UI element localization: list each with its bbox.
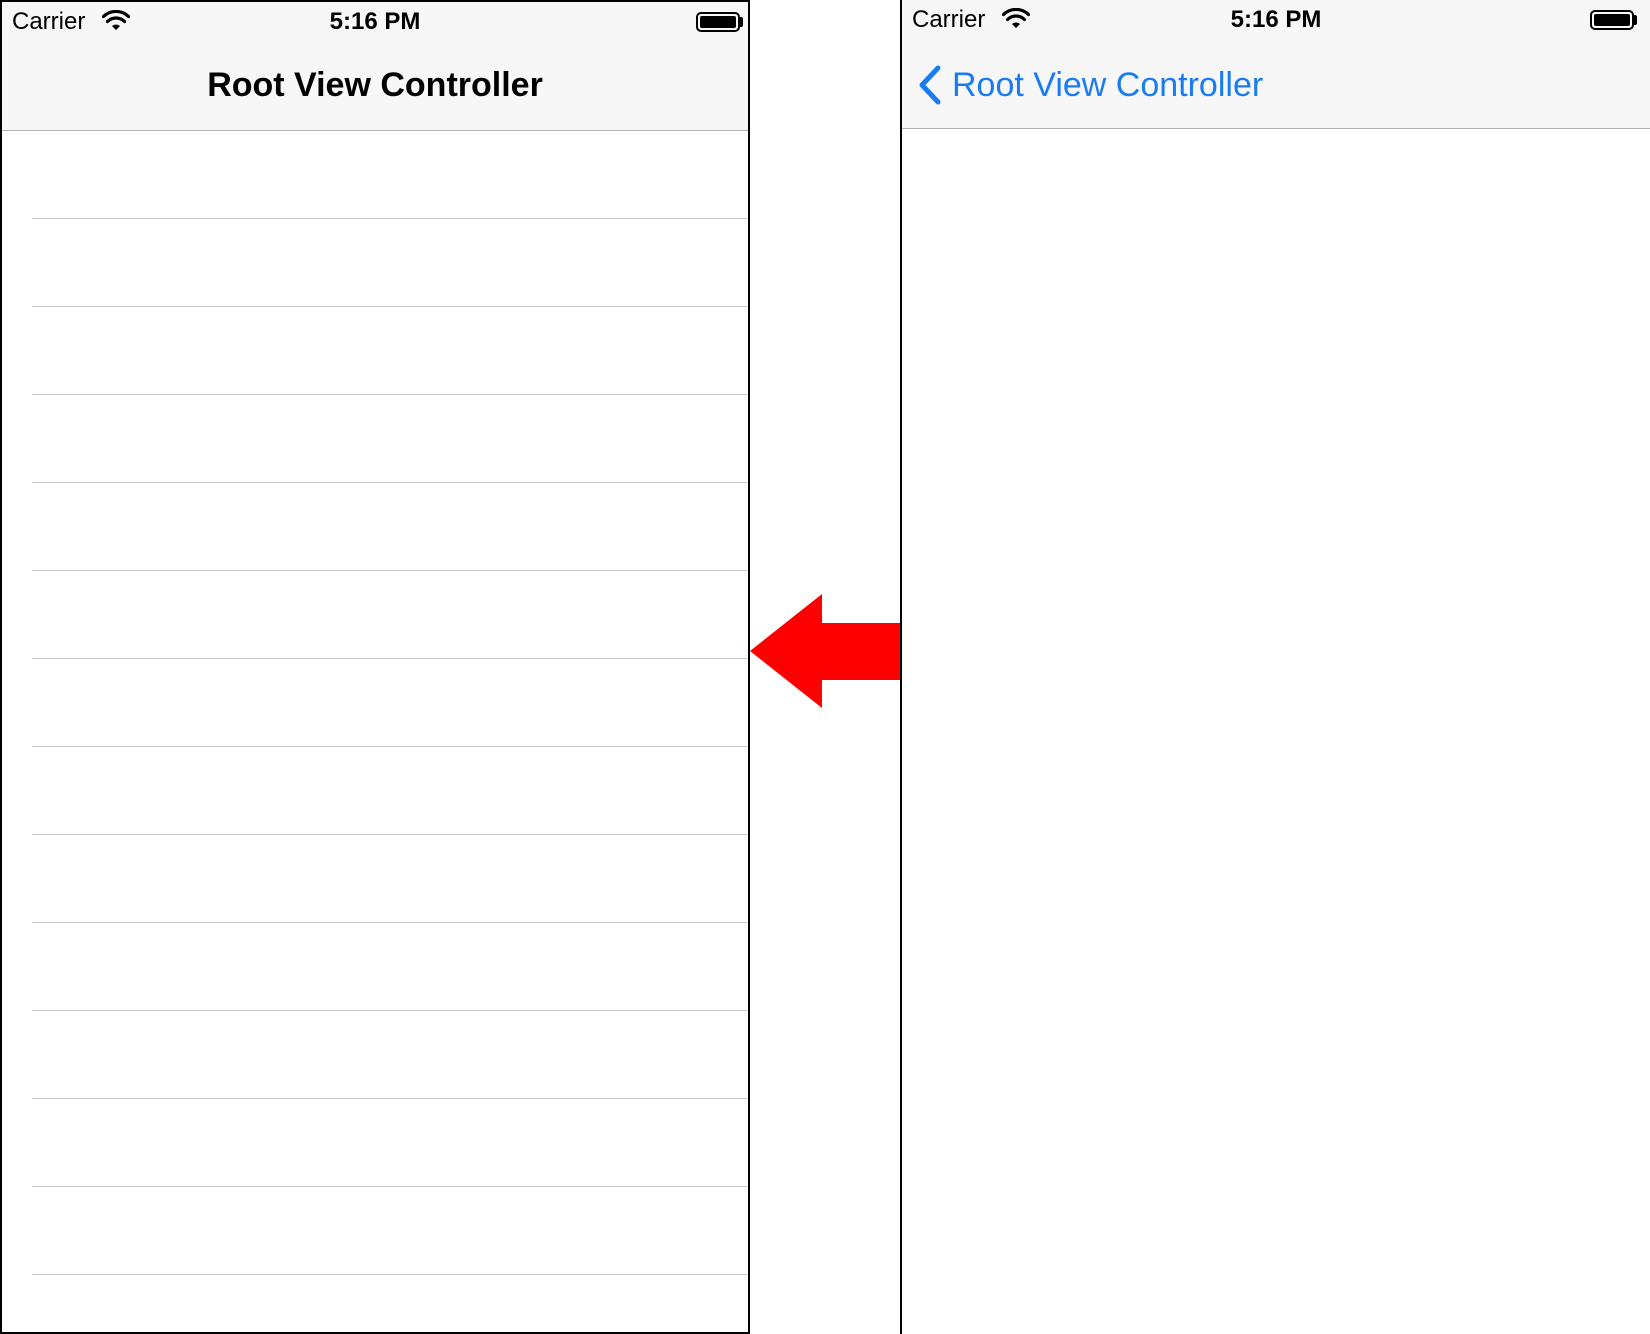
table-view[interactable]: [2, 131, 748, 1332]
table-row[interactable]: [32, 571, 748, 659]
battery-icon: [1590, 10, 1634, 30]
chevron-left-icon: [919, 65, 941, 105]
table-row[interactable]: [32, 1187, 748, 1275]
table-row[interactable]: [32, 747, 748, 835]
back-button[interactable]: Root View Controller: [918, 60, 1263, 110]
battery-nub: [1634, 15, 1637, 25]
table-row[interactable]: [32, 1011, 748, 1099]
navigation-bar: Carrier 5:16 PM Root View Controller: [2, 2, 748, 131]
battery-nub: [740, 17, 743, 27]
detail-view-screen: Carrier 5:16 PM Root View Controller: [900, 0, 1650, 1334]
status-bar: Carrier 5:16 PM: [902, 0, 1650, 40]
root-view-screen: Carrier 5:16 PM Root View Controller: [0, 0, 750, 1334]
status-bar: Carrier 5:16 PM: [2, 2, 748, 42]
navigation-bar: Carrier 5:16 PM Root View Controller: [902, 0, 1650, 129]
left-arrow-icon: [750, 594, 902, 708]
table-row[interactable]: [32, 835, 748, 923]
table-row[interactable]: [32, 1099, 748, 1187]
table-row[interactable]: [32, 395, 748, 483]
table-row[interactable]: [32, 923, 748, 1011]
table-row[interactable]: [32, 483, 748, 571]
back-button-label: Root View Controller: [952, 65, 1264, 104]
nav-title: Root View Controller: [207, 66, 543, 104]
table-row[interactable]: [32, 659, 748, 747]
table-row[interactable]: [32, 219, 748, 307]
table-row[interactable]: [32, 307, 748, 395]
battery-icon: [696, 12, 740, 32]
clock-label: 5:16 PM: [329, 8, 421, 35]
table-row[interactable]: [32, 131, 748, 219]
clock-label: 5:16 PM: [1230, 6, 1322, 33]
